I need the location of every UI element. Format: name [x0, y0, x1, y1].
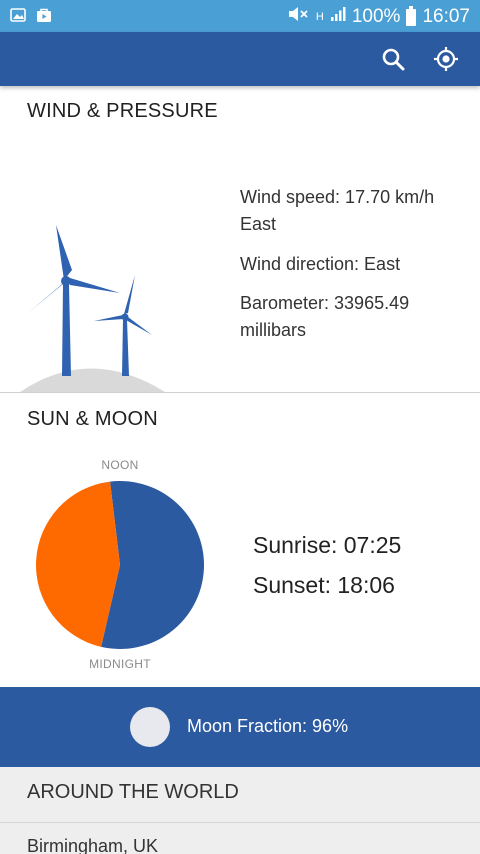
signal-icon [330, 6, 346, 28]
notification-icons [10, 7, 52, 23]
wind-direction: Wind direction: East [240, 254, 401, 274]
battery-icon [406, 5, 417, 26]
section-divider [0, 392, 480, 393]
gallery-icon [10, 7, 26, 23]
search-icon [382, 48, 405, 71]
moon-icon [130, 707, 170, 747]
world-divider [0, 822, 480, 823]
city-list-item[interactable]: Birmingham, UK [27, 836, 158, 854]
app-bar [0, 32, 480, 86]
moon-fraction: Moon Fraction: 96% [187, 716, 349, 736]
clock: 16:07 [422, 6, 470, 27]
mute-icon [288, 5, 310, 29]
search-button[interactable] [379, 45, 407, 73]
battery-percent: 100% [351, 6, 401, 27]
barometer: Barometer: 33965.49 millibars [240, 293, 410, 340]
wind-turbines-illustration [20, 225, 165, 392]
noon-label: NOON [101, 458, 139, 472]
store-icon [36, 7, 52, 23]
wind-section-title: WIND & PRESSURE [27, 100, 218, 122]
location-target-icon [434, 47, 458, 71]
sunrise-time: Sunrise: 07:25 [253, 532, 402, 558]
midnight-label: MIDNIGHT [89, 657, 151, 671]
my-location-button[interactable] [432, 45, 460, 73]
wind-speed: Wind speed: 17.70 km/h East [240, 187, 435, 234]
system-status: H 100% 16:07 [288, 5, 470, 29]
around-the-world-section: AROUND THE WORLD Birmingham, UK [0, 767, 480, 854]
sunset-time: Sunset: 18:06 [253, 572, 395, 598]
world-section-title: AROUND THE WORLD [27, 781, 239, 803]
status-bar: H 100% 16:07 [0, 0, 480, 32]
network-type: H [315, 11, 324, 23]
moon-fraction-bar: Moon Fraction: 96% [0, 687, 480, 767]
sun-section-title: SUN & MOON [27, 408, 158, 430]
day-night-pie [35, 481, 204, 649]
